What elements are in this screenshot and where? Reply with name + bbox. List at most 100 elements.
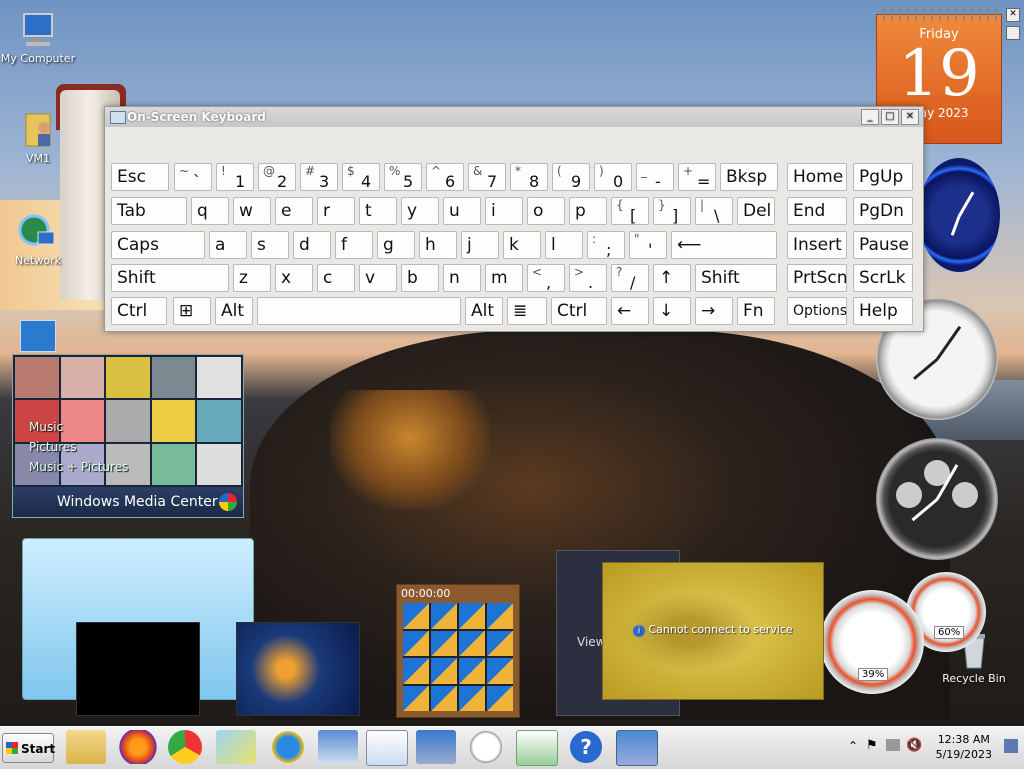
key-f[interactable]: f [335,231,373,259]
key-k[interactable]: k [503,231,541,259]
key-end[interactable]: End [787,197,847,225]
internet-explorer-icon[interactable] [268,730,308,764]
key-shift[interactable]: Shift [111,264,229,292]
key-u[interactable]: u [443,197,481,225]
key-g[interactable]: g [377,231,415,259]
key-5[interactable]: % 5 [384,163,422,191]
key-y[interactable]: y [401,197,439,225]
key-c[interactable]: c [317,264,355,292]
start-button[interactable]: Start [2,733,55,763]
key--[interactable]: ↑ [653,264,691,292]
key-l[interactable]: l [545,231,583,259]
key-n[interactable]: n [443,264,481,292]
key--[interactable]: ≣ [507,297,547,325]
key-home[interactable]: Home [787,163,847,191]
explorer-icon[interactable] [66,730,106,764]
key-d[interactable]: d [293,231,331,259]
key-z[interactable]: z [233,264,271,292]
gadget-close-icon[interactable]: ✕ [1006,8,1020,22]
key-9[interactable]: (9 [552,163,590,191]
jellyfish-thumbnail[interactable] [236,622,360,716]
control-panel-taskbar-icon[interactable] [416,730,456,764]
key-pgdn[interactable]: PgDn [853,197,913,225]
clock-taskbar-icon[interactable] [466,730,506,764]
key-i[interactable]: i [485,197,523,225]
spreadsheet-icon[interactable] [516,730,558,766]
network-tray-icon[interactable] [886,739,900,751]
key--[interactable]: ↓ [653,297,691,325]
wordpad-icon[interactable] [366,730,408,766]
key-`[interactable]: ~ ` [174,163,212,191]
notes-icon[interactable] [216,730,256,764]
desktop-icon-network[interactable]: Network [0,212,76,267]
media-center-gadget[interactable]: Music Pictures Music + Pictures Windows … [12,354,244,518]
clock-gadget-black[interactable] [876,438,998,560]
key-tab[interactable]: Tab [111,197,187,225]
chrome-icon[interactable] [168,730,202,764]
close-button[interactable]: ✕ [901,109,919,125]
key-m[interactable]: m [485,264,523,292]
osk-titlebar[interactable]: On-Screen Keyboard _ □ ✕ [105,107,923,127]
key-alt[interactable]: Alt [465,297,503,325]
key-prtscn[interactable]: PrtScn [787,264,848,292]
key-/[interactable]: ? / [611,264,649,292]
key-ctrl[interactable]: Ctrl [551,297,607,325]
volume-muted-icon[interactable]: 🔇 [906,738,922,753]
currency-gadget[interactable]: i Cannot connect to service [602,562,824,700]
key-shift[interactable]: Shift [695,264,777,292]
media-item-music[interactable]: Music [29,417,128,437]
on-screen-keyboard-window[interactable]: On-Screen Keyboard _ □ ✕ Esc ~ `! 1 @2 #3 $4% 5… [104,106,924,332]
key-4[interactable]: $4 [342,163,380,191]
key-r[interactable]: r [317,197,355,225]
key-1[interactable]: ! 1 [216,163,254,191]
desktop-icon-my-computer[interactable]: My Computer [0,10,76,65]
key-caps[interactable]: Caps [111,231,205,259]
key-s[interactable]: s [251,231,289,259]
key-7[interactable]: & 7 [468,163,506,191]
key--[interactable]: ⟵ [671,231,777,259]
key-fn[interactable]: Fn [737,297,775,325]
show-desktop-icon[interactable] [1004,739,1018,753]
key-x[interactable]: x [275,264,313,292]
puzzle-grid[interactable] [403,603,513,711]
taskbar-clock[interactable]: 12:38 AM 5/19/2023 [936,732,992,762]
slideshow-thumbnail[interactable] [76,622,200,716]
clock-gadget-blue[interactable] [918,158,1000,272]
key--[interactable]: ← [611,297,649,325]
media-item-pictures[interactable]: Pictures [29,437,128,457]
on-screen-keyboard-taskbar-icon[interactable] [318,730,358,764]
key-pause[interactable]: Pause [853,231,913,259]
key-;[interactable]: :; [587,231,625,259]
key-ctrl[interactable]: Ctrl [111,297,167,325]
key-'[interactable]: " ' [629,231,667,259]
key-h[interactable]: h [419,231,457,259]
key-options[interactable]: Options [787,297,847,325]
help-icon[interactable]: ? [566,730,606,764]
key-2[interactable]: @2 [258,163,296,191]
key-,[interactable]: <, [527,264,565,292]
key-scrlk[interactable]: ScrLk [853,264,913,292]
key-[[interactable]: {[ [611,197,649,225]
key-pgup[interactable]: PgUp [853,163,913,191]
key--[interactable]: ⊞ [173,297,211,325]
key-][interactable]: }] [653,197,691,225]
key-w[interactable]: w [233,197,271,225]
photo-viewer-icon[interactable] [616,730,658,766]
key--[interactable]: _ - [636,163,674,191]
minimize-button[interactable]: _ [861,109,879,125]
key--[interactable]: → [695,297,733,325]
key-esc[interactable]: Esc [111,163,169,191]
firefox-icon[interactable] [118,730,158,764]
key-\[interactable]: | \ [695,197,733,225]
media-item-music-pictures[interactable]: Music + Pictures [29,457,128,477]
action-center-flag-icon[interactable]: ⚑ [866,738,878,753]
key-insert[interactable]: Insert [787,231,847,259]
key-6[interactable]: ^ 6 [426,163,464,191]
key-help[interactable]: Help [853,297,913,325]
key-o[interactable]: o [527,197,565,225]
key-b[interactable]: b [401,264,439,292]
key-q[interactable]: q [191,197,229,225]
key-8[interactable]: * 8 [510,163,548,191]
key-0[interactable]: ) 0 [594,163,632,191]
key-p[interactable]: p [569,197,607,225]
